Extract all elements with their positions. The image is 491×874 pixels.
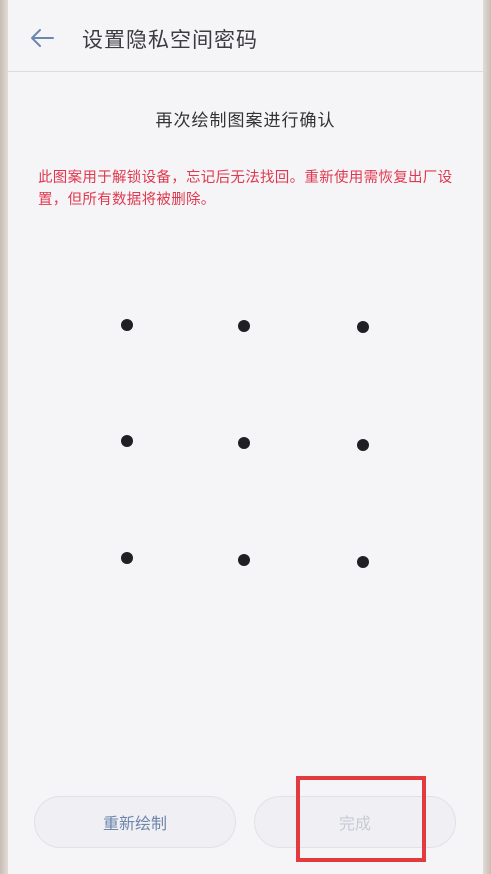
pattern-lock-grid[interactable]: [8, 0, 483, 874]
redraw-button[interactable]: 重新绘制: [34, 796, 236, 848]
pattern-dot-8[interactable]: [238, 554, 250, 566]
pattern-dot-2[interactable]: [238, 320, 250, 332]
highlight-annotation-box: [296, 776, 426, 862]
pattern-dot-4[interactable]: [121, 435, 133, 447]
pattern-dot-5[interactable]: [238, 437, 250, 449]
pattern-dot-6[interactable]: [357, 439, 369, 451]
pattern-dot-1[interactable]: [121, 319, 133, 331]
pattern-dot-7[interactable]: [121, 552, 133, 564]
screen: 设置隐私空间密码 再次绘制图案进行确认 此图案用于解锁设备，忘记后无法找回。重新…: [8, 0, 483, 874]
pattern-dot-3[interactable]: [357, 321, 369, 333]
pattern-dot-9[interactable]: [357, 556, 369, 568]
